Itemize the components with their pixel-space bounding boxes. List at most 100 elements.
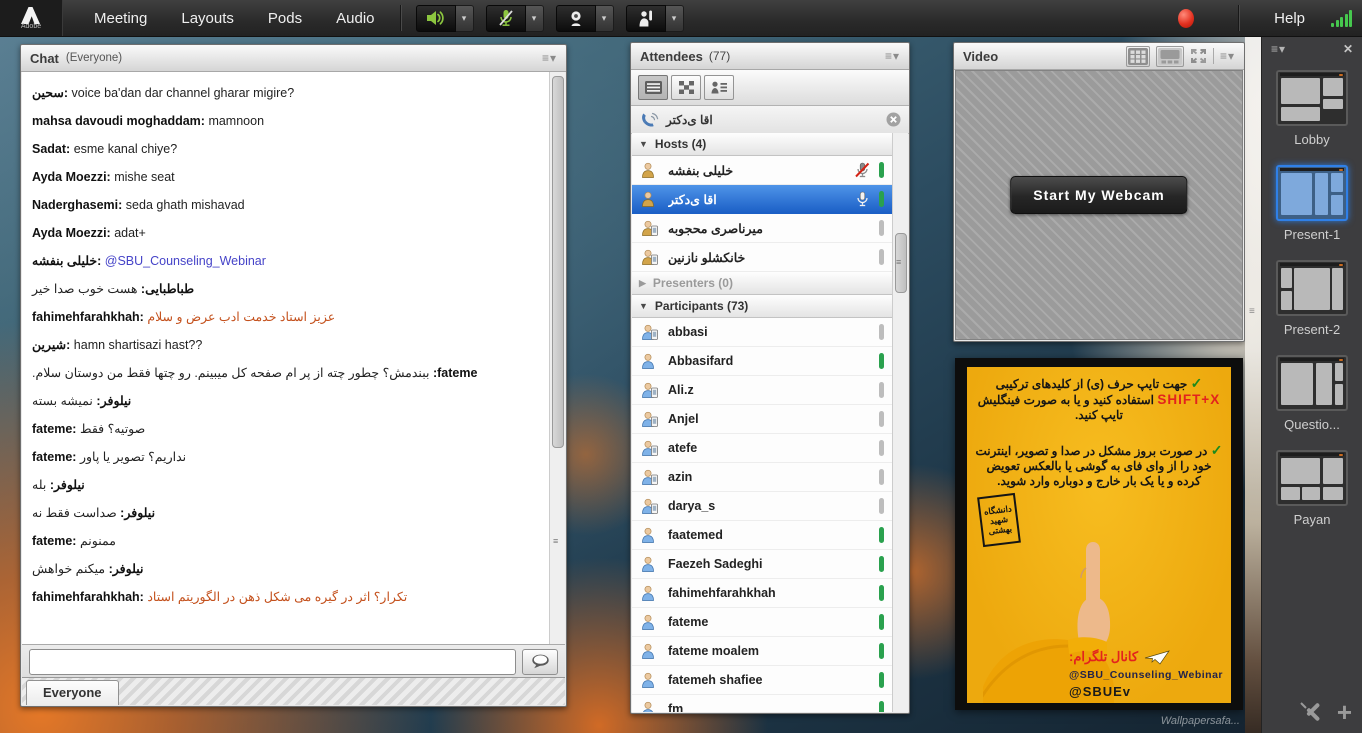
attendee-row[interactable]: fateme xyxy=(632,608,893,637)
attendees-scroll-grip: ≡ xyxy=(896,258,901,267)
telegram-handle-2: @SBUEv xyxy=(1069,684,1223,699)
layout-thumbnail[interactable] xyxy=(1276,450,1348,506)
attendee-row[interactable]: atefe xyxy=(632,434,893,463)
attendee-row[interactable]: darya_s xyxy=(632,492,893,521)
attendee-row[interactable]: Ali.z xyxy=(632,376,893,405)
sidebar-collapse-grip[interactable]: ≡ xyxy=(1249,306,1255,317)
attendee-device-icon xyxy=(641,440,659,456)
attendee-row[interactable]: Anjel xyxy=(632,405,893,434)
layout-thumbnail[interactable] xyxy=(1276,355,1348,411)
add-layout-icon[interactable]: + xyxy=(1337,701,1352,723)
start-webcam-button[interactable]: Start My Webcam xyxy=(1010,176,1187,214)
attendees-view-toolbar xyxy=(631,70,909,106)
chat-message-input[interactable] xyxy=(29,649,516,675)
chat-message: Ayda Moezzi: adat+ xyxy=(22,219,565,247)
fullscreen-icon[interactable] xyxy=(1190,48,1207,64)
webcam-button[interactable] xyxy=(556,5,596,32)
menu-meeting[interactable]: Meeting xyxy=(77,2,164,35)
chat-tab-bar: Everyone xyxy=(22,677,565,705)
chat-message-list: سحین: voice ba'dan dar channel gharar mi… xyxy=(22,72,565,644)
chat-message: سحین: voice ba'dan dar channel gharar mi… xyxy=(22,79,565,107)
chat-message-author: Ayda Moezzi: xyxy=(32,170,111,184)
layout-item-present2[interactable]: Present-2 xyxy=(1262,260,1362,347)
speaker-dropdown[interactable]: ▾ xyxy=(456,5,474,32)
chat-message-author: fahimehfarahkhah: xyxy=(32,310,144,324)
attendee-name: fateme moalem xyxy=(668,644,759,658)
chat-message-author: خلیلی بنفشه: xyxy=(32,254,101,268)
attendee-status-view-button[interactable] xyxy=(704,75,734,100)
video-grid-view-button[interactable] xyxy=(1126,46,1150,67)
menu-layouts[interactable]: Layouts xyxy=(164,2,251,35)
video-pod-menu-icon[interactable]: ≡▾ xyxy=(1220,49,1235,63)
webcam-icon xyxy=(567,10,585,27)
chat-scrollbar-thumb[interactable] xyxy=(552,76,564,448)
attendee-name: fahimehfarahkhah xyxy=(668,586,776,600)
microphone-button[interactable] xyxy=(486,5,526,32)
chat-message-text: تکرار؟ اثر در گیره می شکل ذهن در الگوریت… xyxy=(147,590,407,604)
presence-indicator xyxy=(879,249,884,265)
attendee-row[interactable]: Faezeh Sadeghi xyxy=(632,550,893,579)
layout-item-questions[interactable]: Questio... xyxy=(1262,355,1362,442)
adobe-logo[interactable]: Adobe xyxy=(0,0,63,36)
attendee-icon xyxy=(641,701,659,712)
webcam-dropdown[interactable]: ▾ xyxy=(596,5,614,32)
layout-item-present1[interactable]: Present-1 xyxy=(1262,165,1362,252)
video-filmstrip-view-button[interactable] xyxy=(1156,46,1184,67)
attendee-row[interactable]: fateme moalem xyxy=(632,637,893,666)
layout-thumbnail[interactable] xyxy=(1276,70,1348,126)
attendee-row[interactable]: میرناصری محجوبه xyxy=(632,214,893,243)
microphone-dropdown[interactable]: ▾ xyxy=(526,5,544,32)
manage-layouts-icon[interactable] xyxy=(1299,701,1321,723)
chat-scrollbar[interactable]: ≡ xyxy=(549,72,565,644)
chat-tab-everyone[interactable]: Everyone xyxy=(26,680,119,705)
attendees-pod-menu-icon[interactable]: ≡▾ xyxy=(885,49,900,63)
attendee-row[interactable]: fm xyxy=(632,695,893,712)
attendee-row[interactable]: fatemeh shafiee xyxy=(632,666,893,695)
speaker-button[interactable] xyxy=(416,5,456,32)
layout-item-payan[interactable]: Payan xyxy=(1262,450,1362,537)
attendees-section-presenters[interactable]: ▶Presenters (0) xyxy=(632,272,893,295)
menu-audio[interactable]: Audio xyxy=(319,2,391,35)
menu-pods[interactable]: Pods xyxy=(251,2,319,35)
chat-send-button[interactable] xyxy=(522,649,558,675)
top-menubar: Adobe MeetingLayoutsPodsAudio ▾ xyxy=(0,0,1362,37)
phone-row-close-button[interactable] xyxy=(886,112,901,127)
layouts-menu-icon[interactable]: ≡▾ xyxy=(1271,42,1286,56)
attendee-row[interactable]: azin xyxy=(632,463,893,492)
attendee-row[interactable]: faatemed xyxy=(632,521,893,550)
layout-thumbnail[interactable] xyxy=(1276,165,1348,221)
video-display-area: Start My Webcam xyxy=(955,70,1243,340)
chat-message: fahimehfarahkhah: عزیز استاد خدمت ادب عر… xyxy=(22,303,565,331)
chat-pod-menu-icon[interactable]: ≡▾ xyxy=(542,51,557,65)
attendee-list-view-button[interactable] xyxy=(638,75,668,100)
raise-hand-button[interactable] xyxy=(626,5,666,32)
attendee-icon xyxy=(641,614,659,630)
attendees-section-participants[interactable]: ▼Participants (73) xyxy=(632,295,893,318)
attendees-section-hosts[interactable]: ▼Hosts (4) xyxy=(632,133,893,156)
raise-hand-dropdown[interactable]: ▾ xyxy=(666,5,684,32)
toolbar-divider xyxy=(400,5,402,31)
attendee-row[interactable]: اقا ی‌دکتر xyxy=(632,185,893,214)
breakout-view-button[interactable] xyxy=(671,75,701,100)
attendee-row[interactable]: abbasi xyxy=(632,318,893,347)
attendee-name: Ali.z xyxy=(668,383,694,397)
webcam-control: ▾ xyxy=(556,5,614,32)
recording-indicator[interactable] xyxy=(1178,9,1194,28)
chat-pod-header: Chat (Everyone) ≡▾ xyxy=(21,45,566,72)
attendees-scrollbar[interactable]: ≡ xyxy=(892,133,908,712)
chat-resize-grip[interactable]: ≡ xyxy=(553,537,558,546)
layouts-close-icon[interactable]: ✕ xyxy=(1343,42,1353,56)
attendee-row[interactable]: خانکشلو نازنین xyxy=(632,243,893,272)
chat-message-text: ببندمش؟ چطور چته از پر ام صفحه کل میبینم… xyxy=(32,366,429,380)
attendee-row[interactable]: fahimehfarahkhah xyxy=(632,579,893,608)
attendee-row[interactable]: خلیلی بنفشه xyxy=(632,156,893,185)
layout-thumbnail[interactable] xyxy=(1276,260,1348,316)
presence-indicator xyxy=(879,643,884,659)
attendee-row[interactable]: Abbasifard xyxy=(632,347,893,376)
attendee-name: Anjel xyxy=(668,412,699,426)
layout-item-lobby[interactable]: Lobby xyxy=(1262,70,1362,157)
connection-status-icon[interactable] xyxy=(1331,9,1352,27)
chat-message: fateme: نداریم؟ تصویر یا پاور xyxy=(22,443,565,471)
section-label: Participants (73) xyxy=(655,299,748,313)
help-menu[interactable]: Help xyxy=(1248,10,1331,27)
